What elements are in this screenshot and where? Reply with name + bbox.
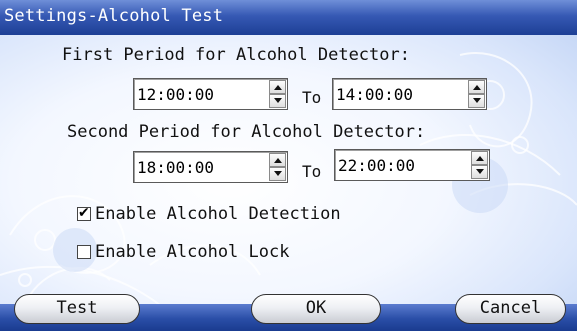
cancel-button[interactable]: Cancel [455, 294, 566, 324]
first-period-from-spinner[interactable] [269, 80, 286, 108]
spin-down-arrow-icon[interactable] [269, 94, 286, 108]
second-period-to-value: 22:00:00 [338, 156, 416, 175]
first-period-to-spinner[interactable] [468, 80, 485, 108]
second-period-from-spinner[interactable] [269, 153, 286, 181]
spin-up-arrow-icon[interactable] [471, 151, 488, 165]
spin-up-arrow-icon[interactable] [269, 80, 286, 94]
second-period-to-field[interactable]: 22:00:00 [334, 149, 490, 181]
window-title: Settings-Alcohol Test [4, 6, 224, 26]
enable-alcohol-lock-label[interactable]: Enable Alcohol Lock [95, 242, 289, 262]
second-period-to-label: To [302, 162, 322, 181]
first-period-from-value: 12:00:00 [137, 85, 215, 104]
spin-down-arrow-icon[interactable] [471, 165, 488, 179]
first-period-label: First Period for Alcohol Detector: [62, 45, 410, 65]
second-period-to-spinner[interactable] [471, 151, 488, 179]
spin-up-arrow-icon[interactable] [468, 80, 485, 94]
checkmark-icon: ✔ [78, 205, 90, 221]
enable-alcohol-detection-label[interactable]: Enable Alcohol Detection [95, 204, 341, 224]
second-period-label: Second Period for Alcohol Detector: [67, 122, 426, 142]
enable-alcohol-detection-checkbox[interactable]: ✔ [77, 205, 91, 221]
second-period-from-value: 18:00:00 [137, 158, 215, 177]
ok-button[interactable]: OK [251, 294, 381, 324]
first-period-to-field[interactable]: 14:00:00 [332, 78, 487, 110]
test-button[interactable]: Test [14, 294, 140, 324]
title-bar: Settings-Alcohol Test [0, 0, 577, 35]
settings-alcohol-test-dialog: Settings-Alcohol Test First Period for A… [0, 0, 577, 331]
first-period-from-field[interactable]: 12:00:00 [133, 78, 288, 110]
first-period-to-value: 14:00:00 [336, 85, 414, 104]
spin-up-arrow-icon[interactable] [269, 153, 286, 167]
spin-down-arrow-icon[interactable] [468, 94, 485, 108]
second-period-from-field[interactable]: 18:00:00 [133, 151, 288, 183]
first-period-to-label: To [302, 88, 322, 107]
spin-down-arrow-icon[interactable] [269, 167, 286, 181]
decorative-swirl-background [0, 52, 577, 305]
enable-alcohol-lock-checkbox[interactable] [77, 245, 91, 259]
